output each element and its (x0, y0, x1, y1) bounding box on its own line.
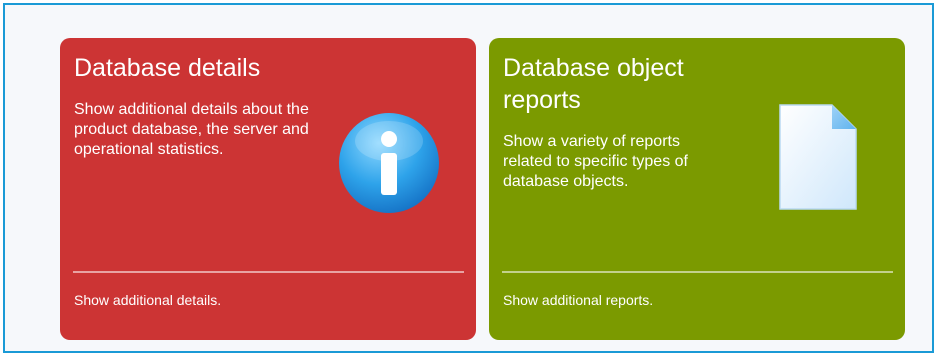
database-object-reports-card[interactable]: Database object reports Show a variety o… (489, 38, 905, 340)
dashboard-panel: Database details Show additional details… (3, 3, 934, 353)
card-divider (502, 271, 893, 273)
show-additional-reports-link[interactable]: Show additional reports. (503, 291, 653, 309)
card-description: Show additional details about the produc… (74, 101, 309, 158)
card-title: Database object reports (503, 54, 684, 114)
info-icon (339, 113, 439, 213)
card-description: Show a variety of reports related to spe… (503, 133, 688, 190)
document-icon (779, 104, 857, 210)
database-details-card[interactable]: Database details Show additional details… (60, 38, 476, 340)
card-title: Database details (74, 54, 261, 82)
show-additional-details-link[interactable]: Show additional details. (74, 291, 221, 309)
card-divider (73, 271, 464, 273)
